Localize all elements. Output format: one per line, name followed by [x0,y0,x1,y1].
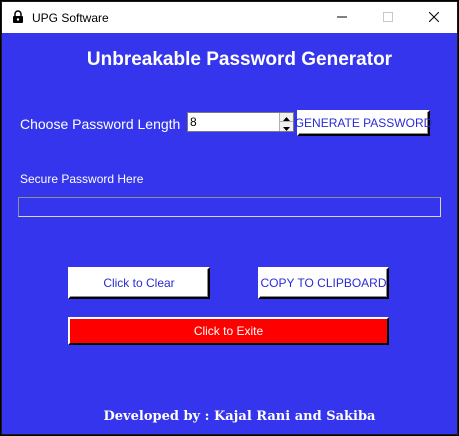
close-icon [428,9,440,27]
app-window: UPG Software Unbreakable Password Genera… [1,1,458,435]
password-output-field[interactable] [18,197,441,217]
secure-password-label: Secure Password Here [20,172,144,186]
minimize-button[interactable] [319,2,365,33]
maximize-button[interactable] [365,2,411,33]
developer-credit: Developed by : Kajal Rani and Sakiba [103,409,376,424]
password-length-spinbox[interactable] [187,112,294,132]
spin-down-button[interactable] [280,122,293,131]
generate-password-button[interactable]: GENERATE PASSWORD [295,110,432,136]
arrow-down-icon [283,118,290,136]
title-bar[interactable]: UPG Software [2,2,457,33]
exit-button[interactable]: Click to Exite [68,317,389,345]
copy-to-clipboard-button[interactable]: COPY TO CLIPBOARD [258,267,389,299]
app-heading: Unbreakable Password Generator [86,49,393,70]
minimize-icon [337,9,347,27]
lock-icon [11,10,25,24]
window-title: UPG Software [32,11,109,25]
maximize-icon [383,9,393,27]
close-button[interactable] [411,2,457,33]
spin-buttons [279,113,293,131]
clear-button[interactable]: Click to Clear [68,267,210,299]
password-length-input[interactable] [188,113,279,131]
password-length-label: Choose Password Length [20,116,181,132]
